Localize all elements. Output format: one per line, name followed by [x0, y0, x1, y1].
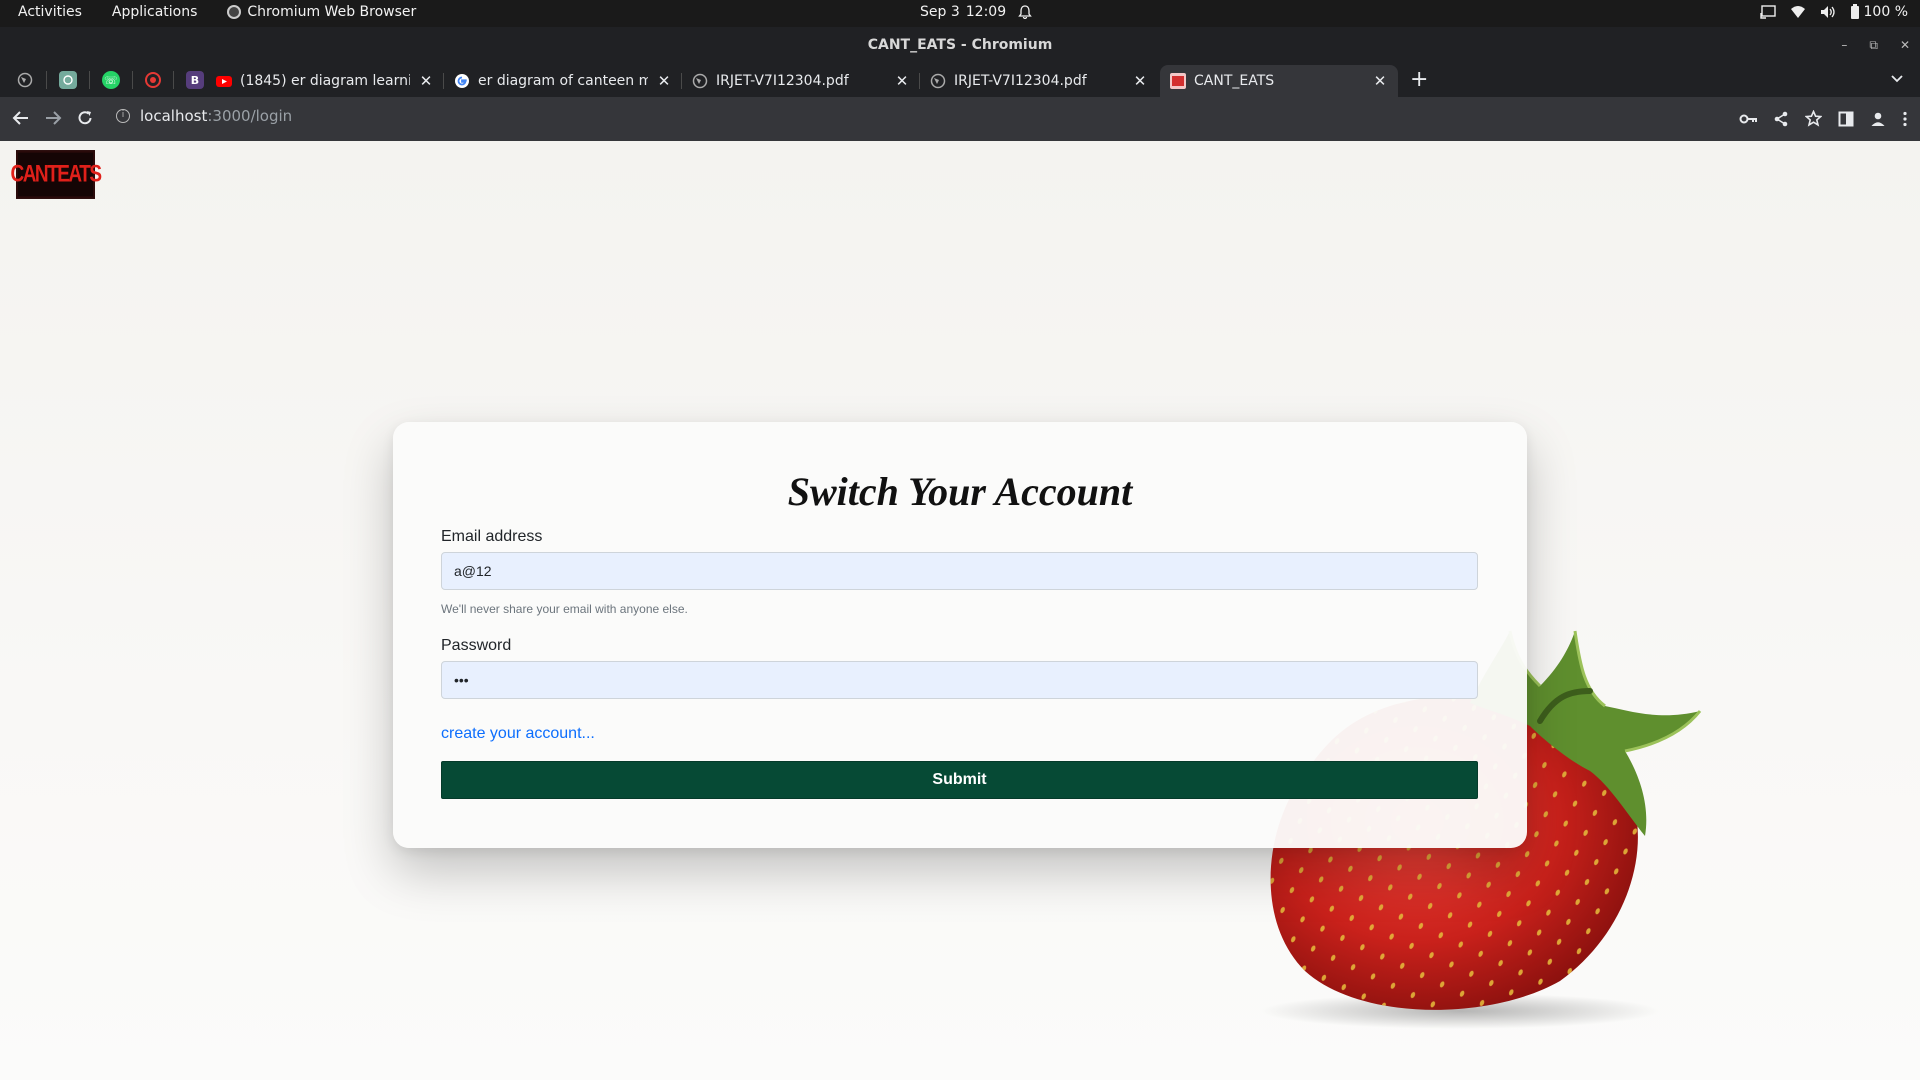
whatsapp-icon: ☏ — [104, 73, 118, 87]
tab-separator — [173, 71, 174, 89]
tab-separator — [46, 71, 47, 89]
time-text: 12:09 — [965, 4, 1007, 20]
kebab-menu-icon[interactable] — [1902, 111, 1908, 127]
chatgpt-icon — [63, 75, 73, 85]
tab-close-icon[interactable]: ✕ — [1132, 72, 1148, 90]
chromium-icon — [227, 5, 242, 19]
screen-cast-icon[interactable] — [1759, 5, 1776, 19]
clock[interactable]: Sep 3 12:09 — [920, 4, 1032, 20]
tab-pdf-1[interactable]: IRJET-V7I12304.pdf ✕ — [682, 65, 920, 97]
pinned-tab-red[interactable] — [145, 72, 161, 88]
tab-label: IRJET-V7I12304.pdf — [954, 73, 1087, 89]
tab-label: er diagram of canteen ma — [478, 73, 648, 89]
password-field[interactable]: ••• — [441, 661, 1478, 699]
youtube-icon — [216, 76, 232, 87]
pinned-tab-bootstrap[interactable]: B — [186, 71, 204, 89]
url-host: localhost — [140, 107, 208, 125]
new-tab-button[interactable]: + — [1410, 69, 1428, 91]
email-label: Email address — [441, 528, 543, 545]
window-title: CANT_EATS - Chromium — [867, 37, 1053, 53]
back-arrow-icon[interactable] — [12, 109, 30, 127]
browser-toolbar: i localhost:3000/login — [0, 97, 1920, 141]
pinned-tab-globe[interactable] — [16, 71, 34, 89]
site-info-icon[interactable]: i — [116, 109, 130, 123]
canteats-logo[interactable]: CANTEATS — [10, 150, 102, 199]
tab-label: CANT_EATS — [1194, 73, 1275, 89]
volume-icon[interactable] — [1820, 5, 1836, 19]
app-menu[interactable]: Chromium Web Browser — [227, 4, 416, 20]
url-path: :3000/login — [207, 107, 293, 125]
tab-strip: ☏ B (1845) er diagram learning ✕ er diag… — [0, 63, 1920, 97]
battery-percent: 100 % — [1863, 4, 1908, 20]
tab-close-icon[interactable]: ✕ — [894, 72, 910, 90]
share-icon[interactable] — [1773, 111, 1789, 127]
pinned-tabs: ☏ B — [16, 71, 204, 89]
window-title-bar: CANT_EATS - Chromium – ⧉ ✕ — [0, 27, 1920, 63]
tab-close-icon[interactable]: ✕ — [1372, 72, 1388, 90]
submit-button[interactable]: Submit — [441, 761, 1478, 799]
email-help-text: We'll never share your email with anyone… — [441, 602, 688, 616]
notification-bell-icon — [1018, 5, 1032, 19]
login-card: Switch Your Account Email address a@12 W… — [393, 422, 1527, 848]
side-panel-icon[interactable] — [1838, 111, 1854, 127]
close-window-icon[interactable]: ✕ — [1900, 27, 1910, 63]
wifi-icon[interactable] — [1790, 5, 1806, 19]
bookmark-star-icon[interactable] — [1805, 110, 1822, 127]
system-top-bar: Activities Applications Chromium Web Bro… — [0, 0, 1920, 27]
tab-pdf-2[interactable]: IRJET-V7I12304.pdf ✕ — [920, 65, 1158, 97]
create-account-link[interactable]: create your account... — [441, 725, 595, 743]
tab-search-chevron-icon[interactable] — [1890, 71, 1904, 85]
globe-icon — [692, 73, 708, 89]
tab-separator — [89, 71, 90, 89]
tab-label: (1845) er diagram learning — [240, 73, 410, 89]
app-name: Chromium Web Browser — [247, 4, 417, 20]
email-field[interactable]: a@12 — [441, 552, 1478, 590]
target-icon — [150, 77, 156, 83]
page-title: Switch Your Account — [787, 469, 1133, 514]
tab-close-icon[interactable]: ✕ — [656, 72, 672, 90]
minimize-icon[interactable]: – — [1841, 27, 1847, 63]
bootstrap-icon: B — [190, 73, 200, 87]
pinned-tab-whatsapp[interactable]: ☏ — [102, 71, 120, 89]
password-label: Password — [441, 637, 512, 654]
globe-icon — [17, 72, 33, 88]
applications-menu[interactable]: Applications — [112, 4, 198, 20]
tab-google-search[interactable]: er diagram of canteen ma ✕ — [444, 65, 682, 97]
forward-arrow-icon[interactable] — [44, 109, 62, 127]
canteats-icon — [1170, 73, 1186, 89]
page-viewport: CANTEATS Switch Your Account Email addre… — [0, 141, 1920, 1080]
address-bar[interactable]: i localhost:3000/login — [116, 107, 292, 125]
globe-icon — [930, 73, 946, 89]
reload-icon[interactable] — [76, 109, 94, 127]
logo-text: CANTEATS — [10, 160, 102, 187]
date-text: Sep 3 — [920, 4, 960, 20]
activities-button[interactable]: Activities — [18, 4, 82, 20]
battery-indicator[interactable]: 100 % — [1850, 4, 1908, 20]
key-icon[interactable] — [1739, 112, 1757, 126]
tab-separator — [132, 71, 133, 89]
profile-icon[interactable] — [1870, 111, 1886, 127]
google-icon — [455, 74, 469, 88]
tab-close-icon[interactable]: ✕ — [418, 72, 434, 90]
tab-label: IRJET-V7I12304.pdf — [716, 73, 849, 89]
tab-youtube[interactable]: (1845) er diagram learning ✕ — [206, 65, 444, 97]
tab-canteats[interactable]: CANT_EATS ✕ — [1160, 65, 1398, 97]
battery-icon — [1850, 4, 1859, 19]
restore-icon[interactable]: ⧉ — [1869, 27, 1878, 63]
pinned-tab-chatgpt[interactable] — [59, 71, 77, 89]
